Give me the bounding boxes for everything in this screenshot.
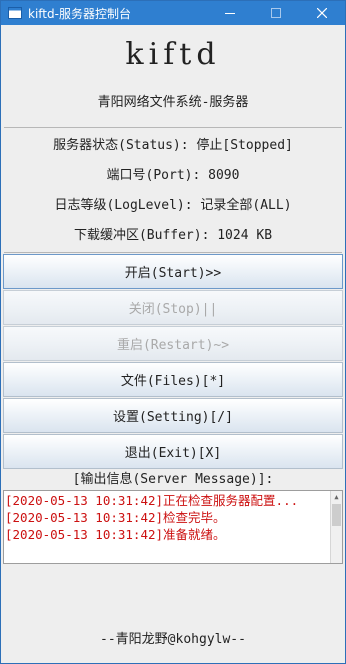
maximize-icon[interactable] [253, 1, 299, 25]
start-button[interactable]: 开启(Start)>> [3, 254, 343, 289]
app-window-icon [7, 5, 23, 21]
log-line: [2020-05-13 10:31:42]正在检查服务器配置... [5, 493, 299, 508]
log-level-text: 日志等级(LogLevel): 记录全部(ALL) [54, 198, 292, 213]
exit-button[interactable]: 退出(Exit)[X] [3, 434, 343, 469]
footer-credit: --青阳龙野@kohgylw-- [100, 632, 246, 647]
restart-button[interactable]: 重启(Restart)~> [3, 326, 343, 361]
minimize-icon[interactable] [207, 1, 253, 25]
log-line: [2020-05-13 10:31:42]检查完毕。 [5, 510, 226, 525]
log-line: [2020-05-13 10:31:42]准备就绪。 [5, 527, 226, 542]
log-lines: [2020-05-13 10:31:42]正在检查服务器配置... [2020-… [4, 491, 342, 543]
close-icon[interactable] [299, 1, 345, 25]
stop-button[interactable]: 关闭(Stop)|| [3, 290, 343, 325]
server-console-window: kiftd-服务器控制台 kiftd 青阳网络文件系统-服务器 服务器状态(St… [0, 0, 346, 664]
app-subtitle: 青阳网络文件系统-服务器 [97, 95, 249, 110]
scrollbar-thumb[interactable] [332, 504, 341, 526]
server-message-log[interactable]: [2020-05-13 10:31:42]正在检查服务器配置... [2020-… [3, 490, 343, 564]
title-bar[interactable]: kiftd-服务器控制台 [1, 1, 345, 25]
buffer-text: 下载缓冲区(Buffer): 1024 KB [73, 228, 273, 243]
server-status-text: 服务器状态(Status): 停止[Stopped] [53, 138, 293, 153]
port-text: 端口号(Port): 8090 [106, 168, 240, 183]
action-buttons: 开启(Start)>> 关闭(Stop)|| 重启(Restart)~> 文件(… [3, 254, 343, 469]
setting-button[interactable]: 设置(Setting)[/] [3, 398, 343, 433]
status-panel: 服务器状态(Status): 停止[Stopped] 端口号(Port): 80… [4, 127, 342, 253]
scroll-up-icon[interactable]: ▲ [331, 491, 342, 503]
files-button[interactable]: 文件(Files)[*] [3, 362, 343, 397]
window-title: kiftd-服务器控制台 [28, 6, 131, 21]
server-message-label: [输出信息(Server Message)]: [72, 472, 274, 487]
app-logo: kiftd [125, 37, 221, 72]
log-scrollbar[interactable]: ▲ [330, 491, 342, 563]
